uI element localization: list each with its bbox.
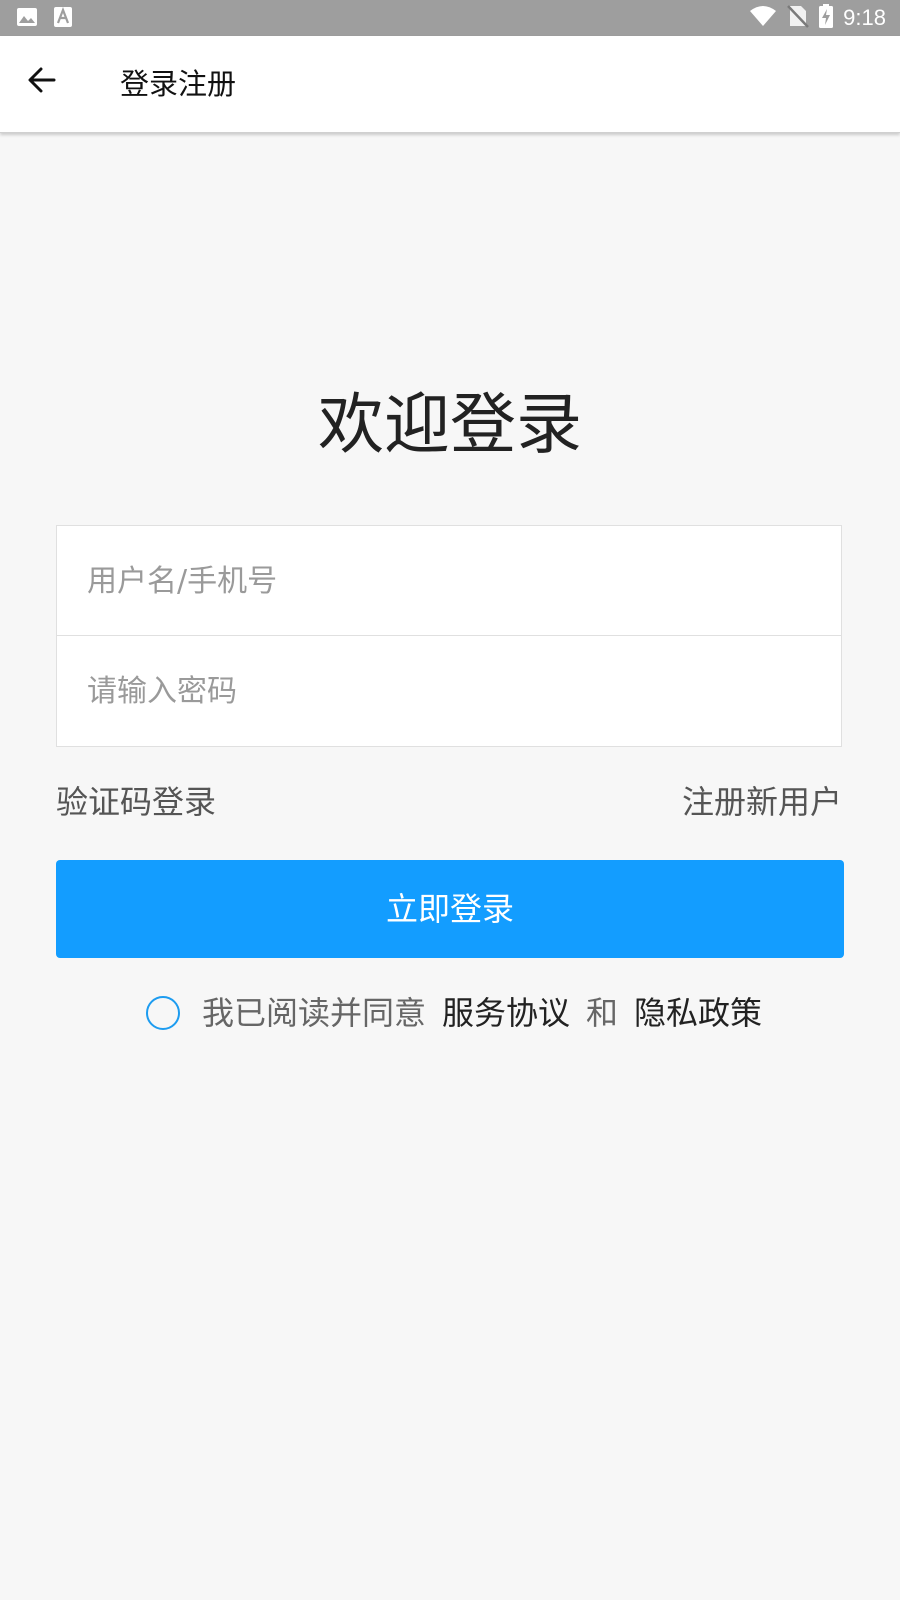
status-time: 9:18 [843, 5, 886, 30]
text-notification-icon [54, 6, 72, 27]
arrow-left-icon [28, 67, 56, 97]
service-agreement-link[interactable]: 服务协议 [442, 988, 570, 1038]
welcome-heading: 欢迎登录 [318, 386, 582, 463]
wifi-icon [749, 5, 777, 31]
agreement-and: 和 [586, 994, 619, 1032]
login-form [56, 525, 842, 747]
agreement-checkbox[interactable] [146, 996, 180, 1030]
back-button[interactable] [22, 62, 62, 102]
page-title: 登录注册 [120, 67, 237, 101]
username-input[interactable] [57, 526, 841, 636]
agreement-row: 我已阅读并同意 服务协议 和 隐私政策 [146, 988, 778, 1038]
battery-charging-icon [819, 4, 834, 32]
password-input[interactable] [57, 636, 841, 746]
login-button[interactable]: 立即登录 [56, 860, 844, 958]
app-bar: 登录注册 [0, 36, 900, 133]
status-bar-system: 9:18 [749, 4, 886, 32]
status-bar-notifications [16, 6, 72, 27]
privacy-policy-link[interactable]: 隐私政策 [634, 988, 762, 1038]
register-link[interactable]: 注册新用户 [682, 780, 842, 824]
image-notification-icon [16, 7, 38, 27]
agreement-prefix: 我已阅读并同意 [202, 994, 427, 1032]
no-sim-icon [787, 4, 810, 32]
sms-login-link[interactable]: 验证码登录 [56, 780, 216, 824]
status-bar: 9:18 [0, 0, 900, 36]
